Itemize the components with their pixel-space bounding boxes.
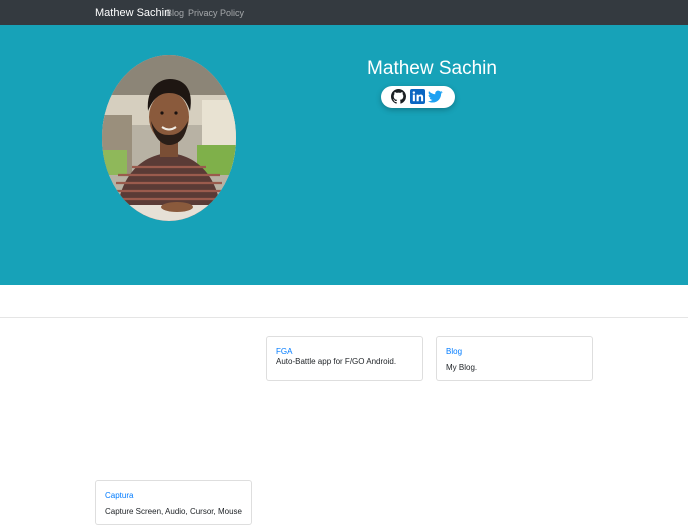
avatar-photo [102, 55, 236, 221]
navbar-brand[interactable]: Mathew Sachin [95, 6, 170, 20]
avatar [102, 55, 236, 221]
linkedin-icon[interactable] [410, 89, 425, 104]
project-card-blog: Blog My Blog. [436, 336, 593, 381]
social-links [381, 86, 455, 108]
section-divider [0, 317, 688, 318]
navbar: Mathew Sachin Blog Privacy Policy [0, 0, 688, 25]
project-card-fga: FGA Auto-Battle app for F/GO Android. [266, 336, 423, 381]
twitter-icon[interactable] [428, 89, 443, 104]
nav-link-blog[interactable]: Blog [166, 7, 184, 19]
project-description-blog: My Blog. [446, 363, 478, 372]
project-title-fga[interactable]: FGA [276, 347, 292, 357]
github-icon[interactable] [391, 89, 406, 104]
hero-name: Mathew Sachin [367, 58, 497, 79]
project-description-captura: Capture Screen, Audio, Cursor, Mouse [105, 507, 242, 516]
hero-section: Mathew Sachin [0, 25, 688, 285]
nav-link-privacy-policy[interactable]: Privacy Policy [188, 7, 244, 19]
project-card-captura: Captura Capture Screen, Audio, Cursor, M… [95, 480, 252, 525]
project-description-fga: Auto-Battle app for F/GO Android. [276, 357, 397, 366]
project-title-blog[interactable]: Blog [446, 347, 462, 357]
project-title-captura[interactable]: Captura [105, 491, 133, 501]
